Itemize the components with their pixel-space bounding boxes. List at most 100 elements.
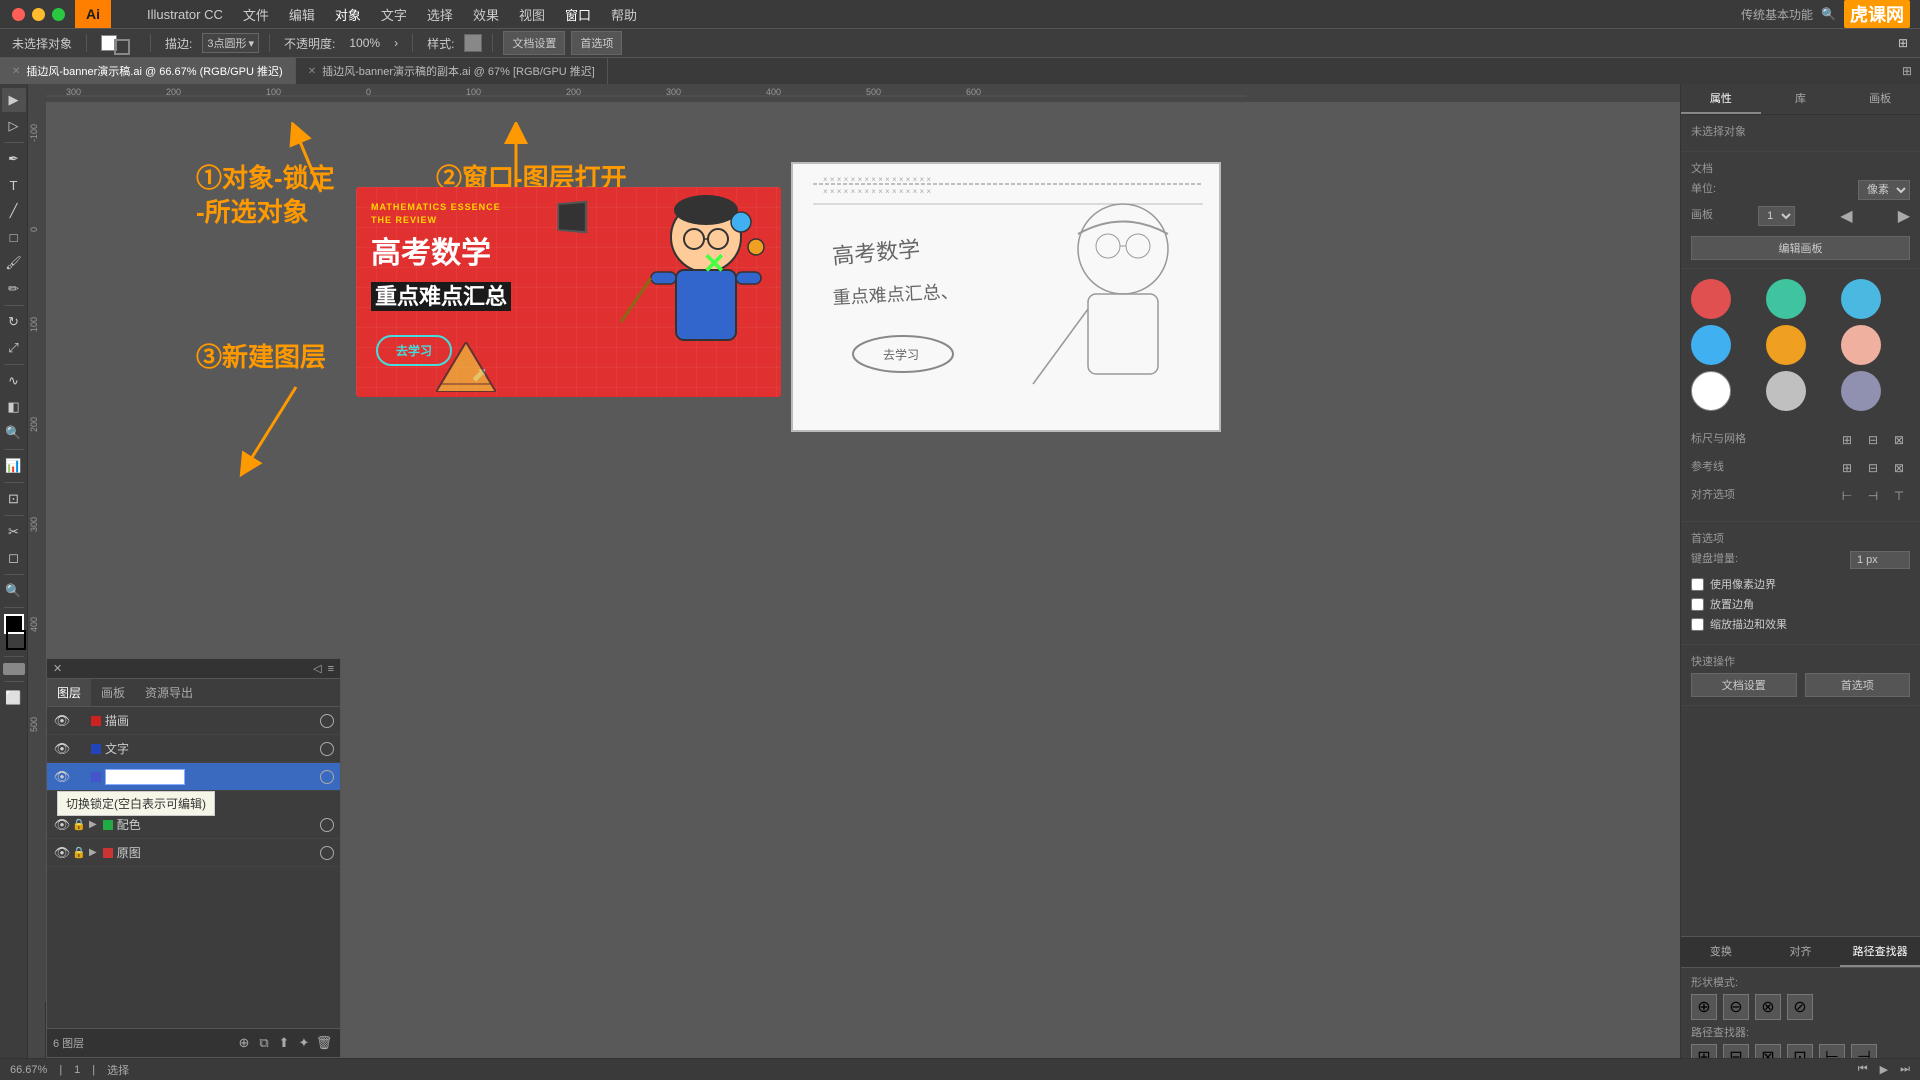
layer-target-draw[interactable]	[320, 714, 334, 728]
color-swatch-salmon[interactable]	[1841, 325, 1881, 365]
layer-item-editing[interactable]: 👁 切换锁定(空白表示可编辑)	[47, 763, 340, 791]
layer-visibility-text[interactable]: 👁	[53, 741, 71, 757]
style-swatch[interactable]	[464, 34, 482, 52]
bottom-tab-pathfinder[interactable]: 路径查找器	[1840, 937, 1920, 967]
color-swatch-orange[interactable]	[1766, 325, 1806, 365]
layers-panel-close[interactable]: ✕	[53, 662, 62, 675]
scale-effects-checkbox[interactable]	[1691, 618, 1704, 631]
layer-visibility-editing[interactable]: 👁	[53, 769, 71, 785]
shape-mode-unite[interactable]: ⊕	[1691, 994, 1717, 1020]
color-swatch-gray[interactable]	[1766, 371, 1806, 411]
color-swatch-lightblue[interactable]	[1691, 325, 1731, 365]
menu-file[interactable]: 文件	[235, 3, 277, 26]
shape-mode-intersect[interactable]: ⊗	[1755, 994, 1781, 1020]
shape-mode-minus[interactable]: ⊖	[1723, 994, 1749, 1020]
layers-panel-menu[interactable]: ≡	[328, 663, 334, 675]
layer-visibility-draw[interactable]: 👁	[53, 713, 71, 729]
panel-artboard-nav-left[interactable]: ◀	[1840, 206, 1852, 226]
menu-object[interactable]: 对象	[327, 3, 369, 26]
fill-color[interactable]	[97, 33, 140, 53]
screen-mode[interactable]: ⬜	[2, 686, 26, 710]
type-tool[interactable]: T	[2, 173, 26, 197]
toolbar-arrange-icons[interactable]: ⊞	[1894, 34, 1912, 52]
layer-target-text[interactable]	[320, 742, 334, 756]
layer-delete[interactable]: 🗑	[314, 1033, 334, 1053]
ruler-grid-icon-3[interactable]: ⊠	[1888, 429, 1910, 451]
close-button[interactable]	[12, 8, 25, 21]
bottom-tab-transform[interactable]: 变换	[1681, 937, 1761, 967]
status-play-prev[interactable]: ⏮	[1858, 1063, 1868, 1076]
panel-tab-properties[interactable]: 属性	[1681, 84, 1761, 114]
layer-lock-colors[interactable]: 🔒	[71, 818, 87, 831]
pen-tool[interactable]: ✒	[2, 147, 26, 171]
shape-tool[interactable]: □	[2, 225, 26, 249]
edit-artboard-button[interactable]: 编辑画板	[1691, 236, 1910, 260]
align-icon-3[interactable]: ⊤	[1888, 485, 1910, 507]
opacity-arrow-right[interactable]: ›	[390, 34, 402, 52]
menu-text[interactable]: 文字	[373, 3, 415, 26]
panel-tab-library[interactable]: 库	[1761, 84, 1841, 114]
drawing-mode[interactable]	[3, 663, 25, 675]
maximize-button[interactable]	[52, 8, 65, 21]
rotate-tool[interactable]: ↻	[2, 310, 26, 334]
warp-tool[interactable]: ∿	[2, 369, 26, 393]
align-icon-1[interactable]: ⊢	[1836, 485, 1858, 507]
menu-effect[interactable]: 效果	[465, 3, 507, 26]
status-play[interactable]: ▶	[1880, 1063, 1888, 1076]
eyedropper-tool[interactable]: 🔍	[2, 421, 26, 445]
layer-move-to-selection[interactable]: ⬆	[274, 1033, 294, 1053]
layer-make-clipping-mask[interactable]: ⊕	[234, 1033, 254, 1053]
layer-item-draw[interactable]: 👁 描画	[47, 707, 340, 735]
panel-tab-artboard[interactable]: 画板	[1840, 84, 1920, 114]
scale-tool[interactable]: ⤢	[2, 336, 26, 360]
graph-tool[interactable]: 📊	[2, 454, 26, 478]
guides-icon-1[interactable]: ⊞	[1836, 457, 1858, 479]
layer-lock-original[interactable]: 🔒	[71, 846, 87, 859]
eraser-tool[interactable]: ◻	[2, 546, 26, 570]
layer-create-sublayer[interactable]: ⧉	[254, 1033, 274, 1053]
tab-2-close[interactable]: ✕	[308, 66, 316, 77]
pencil-tool[interactable]: ✏	[2, 277, 26, 301]
canvas-viewport[interactable]: ①对象-锁定-所选对象 ②窗口-图层打开图层窗口	[46, 102, 1680, 1080]
stroke-color-swatch[interactable]	[6, 630, 26, 650]
guides-icon-2[interactable]: ⊟	[1862, 457, 1884, 479]
panel-artboard-select[interactable]: 1	[1758, 206, 1795, 226]
layers-tab-artboards[interactable]: 画板	[91, 679, 135, 706]
color-swatch-blue[interactable]	[1841, 279, 1881, 319]
layer-target-original[interactable]	[320, 846, 334, 860]
gradient-tool[interactable]: ◧	[2, 395, 26, 419]
layer-target-colors[interactable]	[320, 818, 334, 832]
round-corners-checkbox[interactable]	[1691, 598, 1704, 611]
menu-view[interactable]: 视图	[511, 3, 553, 26]
preferences-button[interactable]: 首选项	[571, 31, 622, 55]
color-swatch-lavender[interactable]	[1841, 371, 1881, 411]
layers-panel-collapse[interactable]: ◁	[313, 662, 321, 675]
layer-name-input[interactable]	[105, 769, 185, 785]
layer-visibility-original[interactable]: 👁	[53, 845, 71, 861]
align-icon-2[interactable]: ⊣	[1862, 485, 1884, 507]
tab-1[interactable]: ✕ 插边风-banner演示稿.ai @ 66.67% (RGB/GPU 推迟)	[0, 58, 296, 84]
tab-2[interactable]: ✕ 插边风-banner演示稿的副本.ai @ 67% [RGB/GPU 推迟]	[296, 58, 608, 84]
layers-tab-export[interactable]: 资源导出	[135, 679, 203, 706]
shape-mode-exclude[interactable]: ⊘	[1787, 994, 1813, 1020]
color-swatch-red[interactable]	[1691, 279, 1731, 319]
menu-help[interactable]: 帮助	[603, 3, 645, 26]
paintbrush-tool[interactable]: 🖌	[2, 251, 26, 275]
menu-app-name[interactable]: Illustrator CC	[139, 5, 231, 24]
panel-artboard-nav-right[interactable]: ▶	[1898, 206, 1910, 226]
menu-edit[interactable]: 编辑	[281, 3, 323, 26]
status-play-next[interactable]: ⏭	[1900, 1063, 1910, 1076]
layer-visibility-colors[interactable]: 👁	[53, 817, 71, 833]
stroke-options[interactable]: 3点圆形 ▾	[202, 33, 259, 53]
guides-icon-3[interactable]: ⊠	[1888, 457, 1910, 479]
snap-pixel-checkbox[interactable]	[1691, 578, 1704, 591]
line-tool[interactable]: ╱	[2, 199, 26, 223]
search-icon[interactable]: 🔍	[1821, 7, 1836, 21]
menu-apple[interactable]	[119, 12, 135, 16]
keyboard-nudge-input[interactable]	[1850, 551, 1910, 569]
layers-tab-layers[interactable]: 图层	[47, 679, 91, 706]
color-swatch-teal[interactable]	[1766, 279, 1806, 319]
menu-window[interactable]: 窗口	[557, 3, 599, 26]
window-controls[interactable]	[0, 8, 65, 21]
quick-doc-settings-button[interactable]: 文档设置	[1691, 673, 1797, 697]
